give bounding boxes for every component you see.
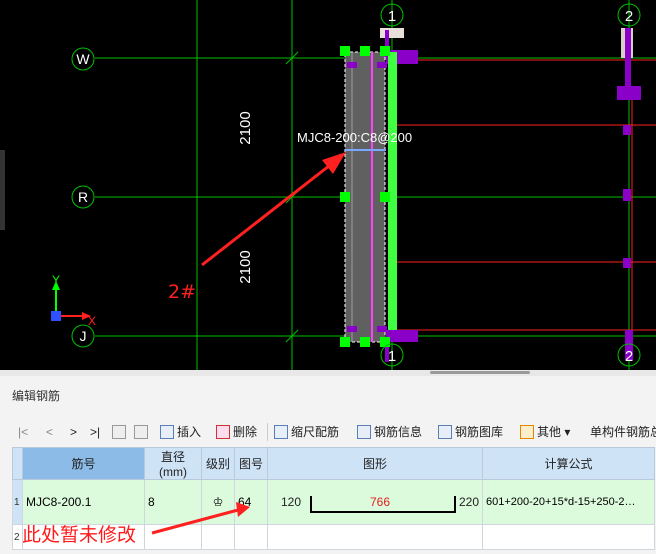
- cell-shape-no[interactable]: 64: [234, 479, 268, 525]
- col-header-bar-no[interactable]: 筋号: [22, 447, 145, 480]
- other-icon: [520, 425, 534, 439]
- library-label: 钢筋图库: [455, 425, 504, 439]
- nav-prev-button[interactable]: <: [46, 420, 53, 444]
- dimension-2100-lower: 2100: [237, 250, 254, 283]
- shape-right-length: 220: [459, 495, 480, 509]
- column-head-2: [617, 86, 641, 100]
- row-index[interactable]: 1: [12, 479, 23, 525]
- rebar-shape-diagram: 120 766 220: [271, 482, 479, 522]
- cell-shape[interactable]: [267, 524, 483, 550]
- row-index[interactable]: 2: [12, 524, 23, 550]
- axis-label-2-top: 2: [625, 8, 633, 25]
- ucs-y-label: Y: [52, 273, 60, 287]
- cell-grade[interactable]: ♔: [201, 479, 235, 525]
- cell-diameter[interactable]: [144, 524, 202, 550]
- element-label: MJC8-200:C8@200: [297, 130, 412, 145]
- other-label: 其他: [537, 425, 562, 439]
- nav-next-button[interactable]: >: [70, 420, 77, 444]
- delete-label: 删除: [233, 425, 258, 439]
- callout-arrow-line: [201, 160, 335, 267]
- move-down-icon: [134, 425, 148, 439]
- cell-shape[interactable]: 120 766 220: [267, 479, 483, 525]
- cell-grade[interactable]: [201, 524, 235, 550]
- nav-last-button[interactable]: >|: [90, 420, 100, 444]
- col-header-shape-no[interactable]: 图号: [234, 447, 268, 480]
- purple-mark: [347, 62, 357, 68]
- cell-bar-no[interactable]: MJC8-200.1: [22, 479, 145, 525]
- wall-top: [380, 28, 404, 38]
- col-header-shape[interactable]: 图形: [267, 447, 483, 480]
- nav-first-button[interactable]: |<: [18, 420, 28, 444]
- cell-shape-no[interactable]: [234, 524, 268, 550]
- left-dock-tab[interactable]: [0, 150, 5, 230]
- delete-icon: [216, 425, 230, 439]
- library-icon: [438, 425, 452, 439]
- scale-icon: [274, 425, 288, 439]
- dimension-2100-upper: 2100: [237, 111, 254, 144]
- table-row[interactable]: 1 MJC8-200.1 8 ♔ 64 120 766 220 601+200-…: [12, 479, 655, 525]
- column-top-2: [625, 28, 631, 88]
- move-down-button[interactable]: [134, 420, 151, 444]
- row-index-header: [12, 447, 23, 480]
- splitter-grip[interactable]: [430, 371, 530, 374]
- rebar-toolbar: |< < > >| 插入 删除 缩尺配筋 钢筋信息 钢筋图库 其他 ▾ 单构件钢…: [10, 420, 656, 444]
- purple-tab: [623, 258, 631, 268]
- col-header-diameter[interactable]: 直径(mm): [144, 447, 202, 480]
- single-member-button[interactable]: 单构件钢筋总: [590, 420, 656, 444]
- scale-rebar-button[interactable]: 缩尺配筋: [274, 420, 339, 444]
- purple-tab: [623, 125, 631, 135]
- insert-icon: [160, 425, 174, 439]
- rebar-library-button[interactable]: 钢筋图库: [438, 420, 503, 444]
- shape-middle-length: 766: [370, 495, 391, 509]
- purple-mark: [347, 326, 357, 332]
- axis-label-1-top: 1: [388, 8, 396, 25]
- axis-label-r: R: [78, 189, 88, 205]
- callout-arrow-head: [322, 152, 346, 174]
- axis-label-j: J: [80, 328, 87, 344]
- cell-diameter[interactable]: 8: [144, 479, 202, 525]
- rebar-info-button[interactable]: 钢筋信息: [357, 420, 422, 444]
- other-menu-button[interactable]: 其他 ▾: [520, 420, 570, 444]
- cell-formula[interactable]: 601+200-20+15*d-15+250-2…: [482, 479, 655, 525]
- column-bottom-1: [386, 330, 418, 342]
- cad-drawing-canvas[interactable]: W R J 1 2 1 2 2100 2100 MJC8-200:C8@200 …: [0, 0, 656, 370]
- move-up-button[interactable]: [112, 420, 129, 444]
- col-header-formula[interactable]: 计算公式: [482, 447, 655, 480]
- axis-label-w: W: [76, 51, 90, 67]
- info-icon: [357, 425, 371, 439]
- cad-drawing: W R J 1 2 1 2 2100 2100 MJC8-200:C8@200 …: [51, 0, 656, 370]
- delete-button[interactable]: 删除: [216, 420, 257, 444]
- axis-label-2-bottom: 2: [625, 348, 633, 365]
- move-up-icon: [112, 425, 126, 439]
- annotation-text: 此处暂未修改: [22, 524, 137, 546]
- col-header-grade[interactable]: 级别: [201, 447, 235, 480]
- table-header-row: 筋号 直径(mm) 级别 图号 图形 计算公式: [12, 447, 655, 480]
- info-label: 钢筋信息: [374, 425, 423, 439]
- insert-button[interactable]: 插入: [160, 420, 201, 444]
- scale-label: 缩尺配筋: [291, 425, 340, 439]
- ucs-origin: [51, 311, 61, 321]
- cell-formula[interactable]: [482, 524, 655, 550]
- toolbar-separator: [267, 423, 268, 441]
- ucs-x-label: X: [88, 314, 96, 328]
- purple-tab: [623, 189, 631, 201]
- panel-title: 编辑钢筋: [12, 389, 61, 403]
- purple-mark: [377, 62, 387, 68]
- axis-label-1-bottom: 1: [388, 348, 396, 365]
- purple-mark: [377, 326, 387, 332]
- insert-label: 插入: [177, 425, 202, 439]
- wall-member: [344, 51, 386, 343]
- callout-label: 2#: [168, 281, 196, 303]
